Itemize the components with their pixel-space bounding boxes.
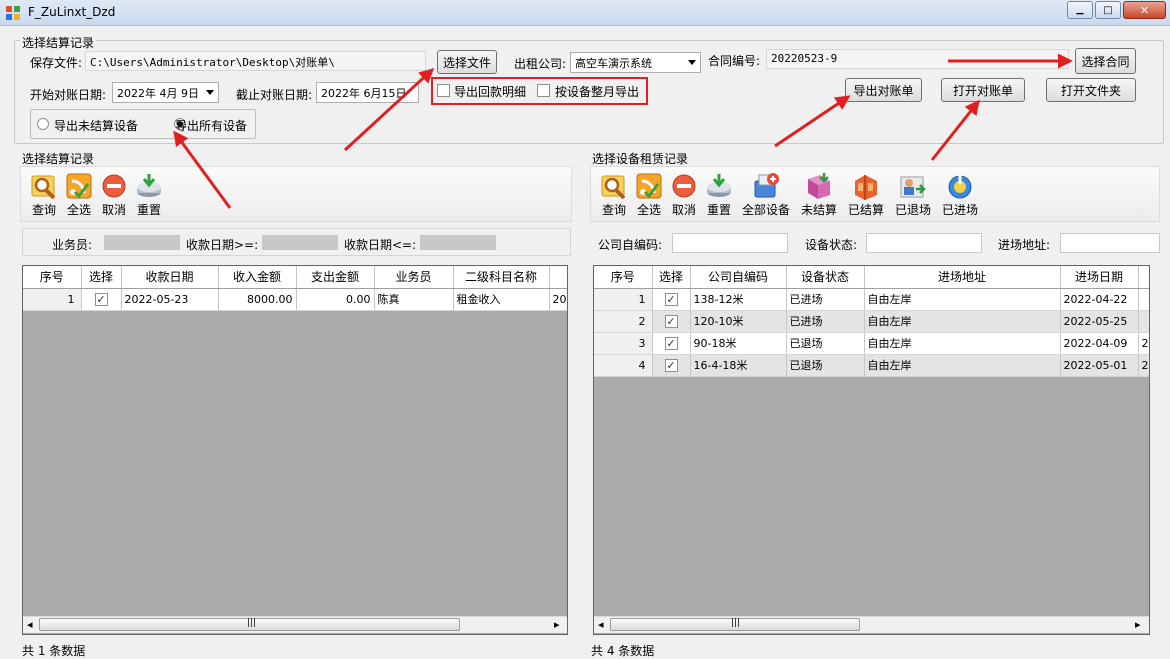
annotation-arrow <box>930 99 980 161</box>
annotation-arrows-layer <box>173 53 1073 209</box>
annotation-arrow <box>774 95 851 148</box>
annotation-arrow <box>343 67 435 152</box>
annotation-arrow <box>173 130 232 209</box>
